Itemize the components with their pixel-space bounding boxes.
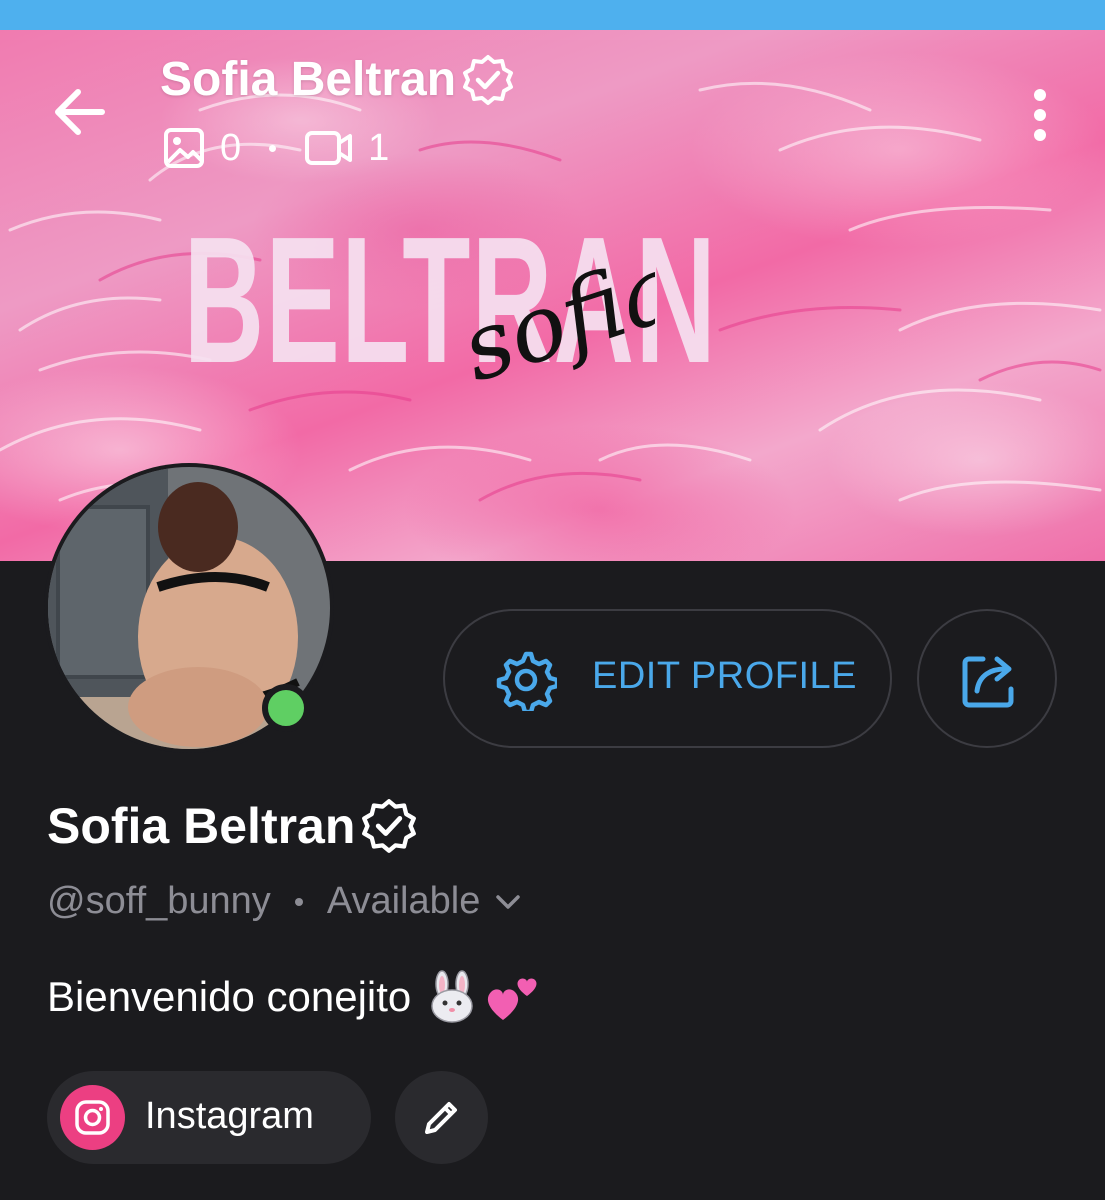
profile-page: BELTRAN sofia Sofia Beltran 0 1 EDIT PRO… bbox=[0, 0, 1105, 1200]
stats-separator bbox=[269, 144, 277, 152]
edit-profile-label: EDIT PROFILE bbox=[592, 655, 858, 697]
rabbit-face-icon bbox=[431, 970, 474, 1023]
header-title: Sofia Beltran bbox=[160, 52, 514, 107]
instagram-link[interactable]: Instagram bbox=[47, 1071, 371, 1164]
header-bar: Sofia Beltran 0 1 bbox=[0, 30, 1105, 180]
availability-dropdown[interactable]: Available bbox=[327, 880, 523, 923]
edit-links-button[interactable] bbox=[395, 1071, 488, 1164]
svg-text:sofia: sofia bbox=[455, 235, 655, 403]
online-status-indicator bbox=[262, 684, 310, 732]
videos-count: 1 bbox=[368, 126, 390, 169]
handle-separator bbox=[294, 897, 303, 906]
image-icon bbox=[164, 128, 204, 168]
back-button[interactable] bbox=[50, 82, 110, 142]
more-options-button[interactable] bbox=[1020, 85, 1060, 145]
share-icon bbox=[962, 656, 1014, 708]
chevron-down-icon bbox=[496, 894, 521, 909]
verified-badge-icon bbox=[362, 799, 417, 853]
bio-emoji bbox=[425, 970, 541, 1024]
header-name: Sofia Beltran bbox=[160, 53, 457, 106]
handle-row: @soff_bunny Available bbox=[47, 880, 522, 923]
media-stats: 0 1 bbox=[162, 126, 389, 170]
status-bar-strip bbox=[0, 0, 1105, 30]
profile-name-text: Sofia Beltran bbox=[47, 798, 356, 854]
share-button[interactable] bbox=[917, 609, 1057, 748]
instagram-icon bbox=[60, 1085, 125, 1150]
gear-icon bbox=[496, 651, 557, 711]
instagram-label: Instagram bbox=[145, 1095, 314, 1137]
more-vertical-icon bbox=[1034, 89, 1046, 141]
cover-script-word: sofia bbox=[455, 235, 655, 403]
instagram-glyph bbox=[75, 1100, 110, 1135]
profile-name: Sofia Beltran bbox=[47, 797, 417, 855]
bio-text: Bienvenido conejito bbox=[47, 973, 412, 1020]
video-icon bbox=[305, 131, 353, 165]
verified-badge-icon bbox=[463, 54, 514, 105]
edit-profile-button[interactable]: EDIT PROFILE bbox=[443, 609, 892, 748]
availability-status: Available bbox=[326, 880, 481, 922]
pencil-icon bbox=[425, 1102, 457, 1134]
profile-handle: @soff_bunny bbox=[47, 880, 271, 922]
two-hearts-icon bbox=[488, 978, 537, 1020]
arrow-left-icon bbox=[55, 89, 105, 135]
photos-count: 0 bbox=[220, 126, 242, 169]
profile-bio: Bienvenido conejito bbox=[47, 970, 541, 1024]
